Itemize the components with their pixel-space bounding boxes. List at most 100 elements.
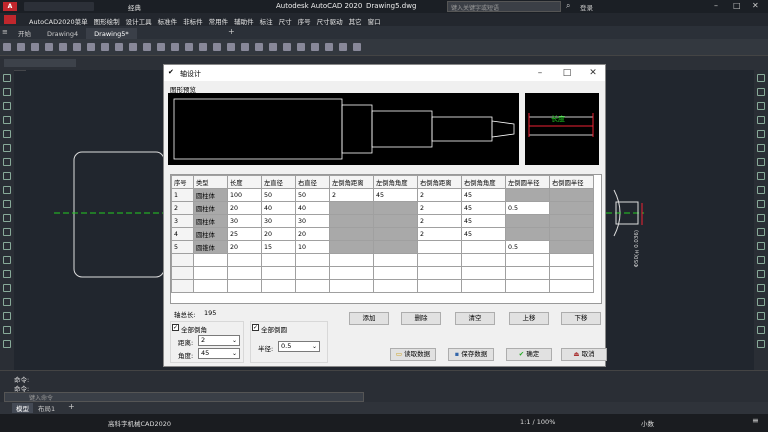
palette-tool-icon[interactable] bbox=[757, 158, 765, 166]
table-cell[interactable] bbox=[329, 279, 374, 293]
table-cell[interactable]: 20 bbox=[295, 227, 330, 241]
table-cell[interactable]: 45 bbox=[461, 214, 506, 228]
palette-tool-icon[interactable] bbox=[3, 312, 11, 320]
menu-item[interactable]: 其它 bbox=[346, 13, 365, 26]
menu-item[interactable]: 图形绘制 bbox=[91, 13, 123, 26]
table-cell[interactable] bbox=[373, 279, 418, 293]
table-cell[interactable]: 4 bbox=[171, 227, 194, 241]
menu-item[interactable]: 尺寸驱动 bbox=[314, 13, 346, 26]
table-cell[interactable] bbox=[373, 227, 418, 241]
toolbar-tool-icon[interactable] bbox=[199, 43, 207, 51]
palette-tool-icon[interactable] bbox=[757, 144, 765, 152]
table-cell[interactable] bbox=[193, 266, 228, 280]
table-cell[interactable]: 45 bbox=[461, 227, 506, 241]
save-data-button[interactable]: ▪ 保存数据 bbox=[448, 348, 494, 361]
table-cell[interactable] bbox=[549, 253, 594, 267]
dialog-minimize-icon[interactable]: – bbox=[534, 67, 546, 79]
table-cell[interactable] bbox=[261, 253, 296, 267]
layer-controls[interactable] bbox=[4, 59, 76, 67]
toolbar-tool-icon[interactable] bbox=[87, 43, 95, 51]
palette-tool-icon[interactable] bbox=[3, 186, 11, 194]
table-row[interactable] bbox=[171, 266, 594, 280]
toolbar-tool-icon[interactable] bbox=[143, 43, 151, 51]
delete-button[interactable]: 删除 bbox=[401, 312, 441, 325]
annotation-scale[interactable]: 1:1 / 100% bbox=[520, 418, 555, 426]
table-cell[interactable]: 100 bbox=[227, 188, 262, 202]
table-cell[interactable]: 45 bbox=[461, 201, 506, 215]
palette-tool-icon[interactable] bbox=[3, 242, 11, 250]
palette-tool-icon[interactable] bbox=[757, 312, 765, 320]
palette-tool-icon[interactable] bbox=[3, 102, 11, 110]
table-cell[interactable] bbox=[171, 266, 194, 280]
table-cell[interactable] bbox=[549, 201, 594, 215]
column-header[interactable]: 左倒圆半径 bbox=[505, 175, 550, 189]
distance-select[interactable]: 2 ⌄ bbox=[198, 335, 240, 346]
table-cell[interactable] bbox=[461, 266, 506, 280]
table-cell[interactable]: 45 bbox=[373, 188, 418, 202]
table-cell[interactable]: 0.5 bbox=[505, 240, 550, 254]
column-header[interactable]: 序号 bbox=[171, 175, 194, 189]
table-cell[interactable] bbox=[295, 266, 330, 280]
cancel-button[interactable]: ⏏ 取消 bbox=[561, 348, 607, 361]
toolbar-tool-icon[interactable] bbox=[17, 43, 25, 51]
column-header[interactable]: 右倒圆半径 bbox=[549, 175, 594, 189]
table-cell[interactable]: 圆柱体 bbox=[193, 227, 228, 241]
read-data-button[interactable]: ▭ 读取数据 bbox=[390, 348, 436, 361]
all-fillet-checkbox[interactable]: ✓ bbox=[252, 324, 259, 331]
toolbar-tool-icon[interactable] bbox=[241, 43, 249, 51]
toolbar-tool-icon[interactable] bbox=[213, 43, 221, 51]
table-row[interactable] bbox=[171, 279, 594, 293]
customize-icon[interactable]: ≡ bbox=[752, 416, 759, 425]
table-cell[interactable]: 30 bbox=[261, 214, 296, 228]
palette-tool-icon[interactable] bbox=[757, 74, 765, 82]
tab-layout1[interactable]: 布局1 bbox=[38, 403, 55, 413]
palette-tool-icon[interactable] bbox=[3, 130, 11, 138]
palette-tool-icon[interactable] bbox=[3, 270, 11, 278]
table-cell[interactable] bbox=[227, 266, 262, 280]
table-row[interactable]: 1 圆柱体 100 50 50 2 45 2 45 bbox=[171, 188, 594, 202]
column-header[interactable]: 类型 bbox=[193, 175, 228, 189]
table-cell[interactable]: 圆柱体 bbox=[193, 214, 228, 228]
table-cell[interactable]: 25 bbox=[227, 227, 262, 241]
palette-tool-icon[interactable] bbox=[3, 214, 11, 222]
column-header[interactable]: 左直径 bbox=[261, 175, 296, 189]
table-cell[interactable] bbox=[373, 240, 418, 254]
table-cell[interactable] bbox=[261, 266, 296, 280]
table-cell[interactable] bbox=[373, 201, 418, 215]
table-cell[interactable] bbox=[461, 279, 506, 293]
table-cell[interactable] bbox=[417, 240, 462, 254]
palette-tool-icon[interactable] bbox=[757, 130, 765, 138]
toolbar-tool-icon[interactable] bbox=[73, 43, 81, 51]
palette-tool-icon[interactable] bbox=[757, 186, 765, 194]
table-cell[interactable]: 圆柱体 bbox=[193, 188, 228, 202]
table-cell[interactable] bbox=[329, 266, 374, 280]
menu-item[interactable]: 序号 bbox=[295, 13, 314, 26]
table-row[interactable]: 5 圆锥体 20 15 10 0.5 bbox=[171, 240, 594, 254]
clear-button[interactable]: 清空 bbox=[455, 312, 495, 325]
all-chamfer-checkbox[interactable]: ✓ bbox=[172, 324, 179, 331]
palette-tool-icon[interactable] bbox=[3, 284, 11, 292]
toolbar-tool-icon[interactable] bbox=[31, 43, 39, 51]
ok-button[interactable]: ✔ 确定 bbox=[506, 348, 552, 361]
table-cell[interactable]: 40 bbox=[295, 201, 330, 215]
move-down-button[interactable]: 下移 bbox=[561, 312, 601, 325]
column-header[interactable]: 右倒角距离 bbox=[417, 175, 462, 189]
palette-tool-icon[interactable] bbox=[757, 116, 765, 124]
column-header[interactable]: 左倒角距离 bbox=[329, 175, 374, 189]
table-cell[interactable]: 圆柱体 bbox=[193, 201, 228, 215]
workspace-selector[interactable]: 经典 bbox=[128, 2, 141, 12]
table-cell[interactable]: 10 bbox=[295, 240, 330, 254]
palette-tool-icon[interactable] bbox=[757, 242, 765, 250]
table-cell[interactable] bbox=[329, 201, 374, 215]
table-cell[interactable]: 1 bbox=[171, 188, 194, 202]
table-cell[interactable] bbox=[549, 266, 594, 280]
tab-model[interactable]: 模型 bbox=[12, 403, 33, 413]
command-input[interactable]: 键入命令 bbox=[4, 392, 364, 402]
table-cell[interactable] bbox=[417, 279, 462, 293]
table-cell[interactable] bbox=[261, 279, 296, 293]
radius-select[interactable]: 0.5 ⌄ bbox=[278, 341, 320, 352]
menu-item[interactable]: 设计工具 bbox=[123, 13, 155, 26]
table-cell[interactable] bbox=[461, 253, 506, 267]
toolbar-tool-icon[interactable] bbox=[45, 43, 53, 51]
table-cell[interactable] bbox=[505, 188, 550, 202]
